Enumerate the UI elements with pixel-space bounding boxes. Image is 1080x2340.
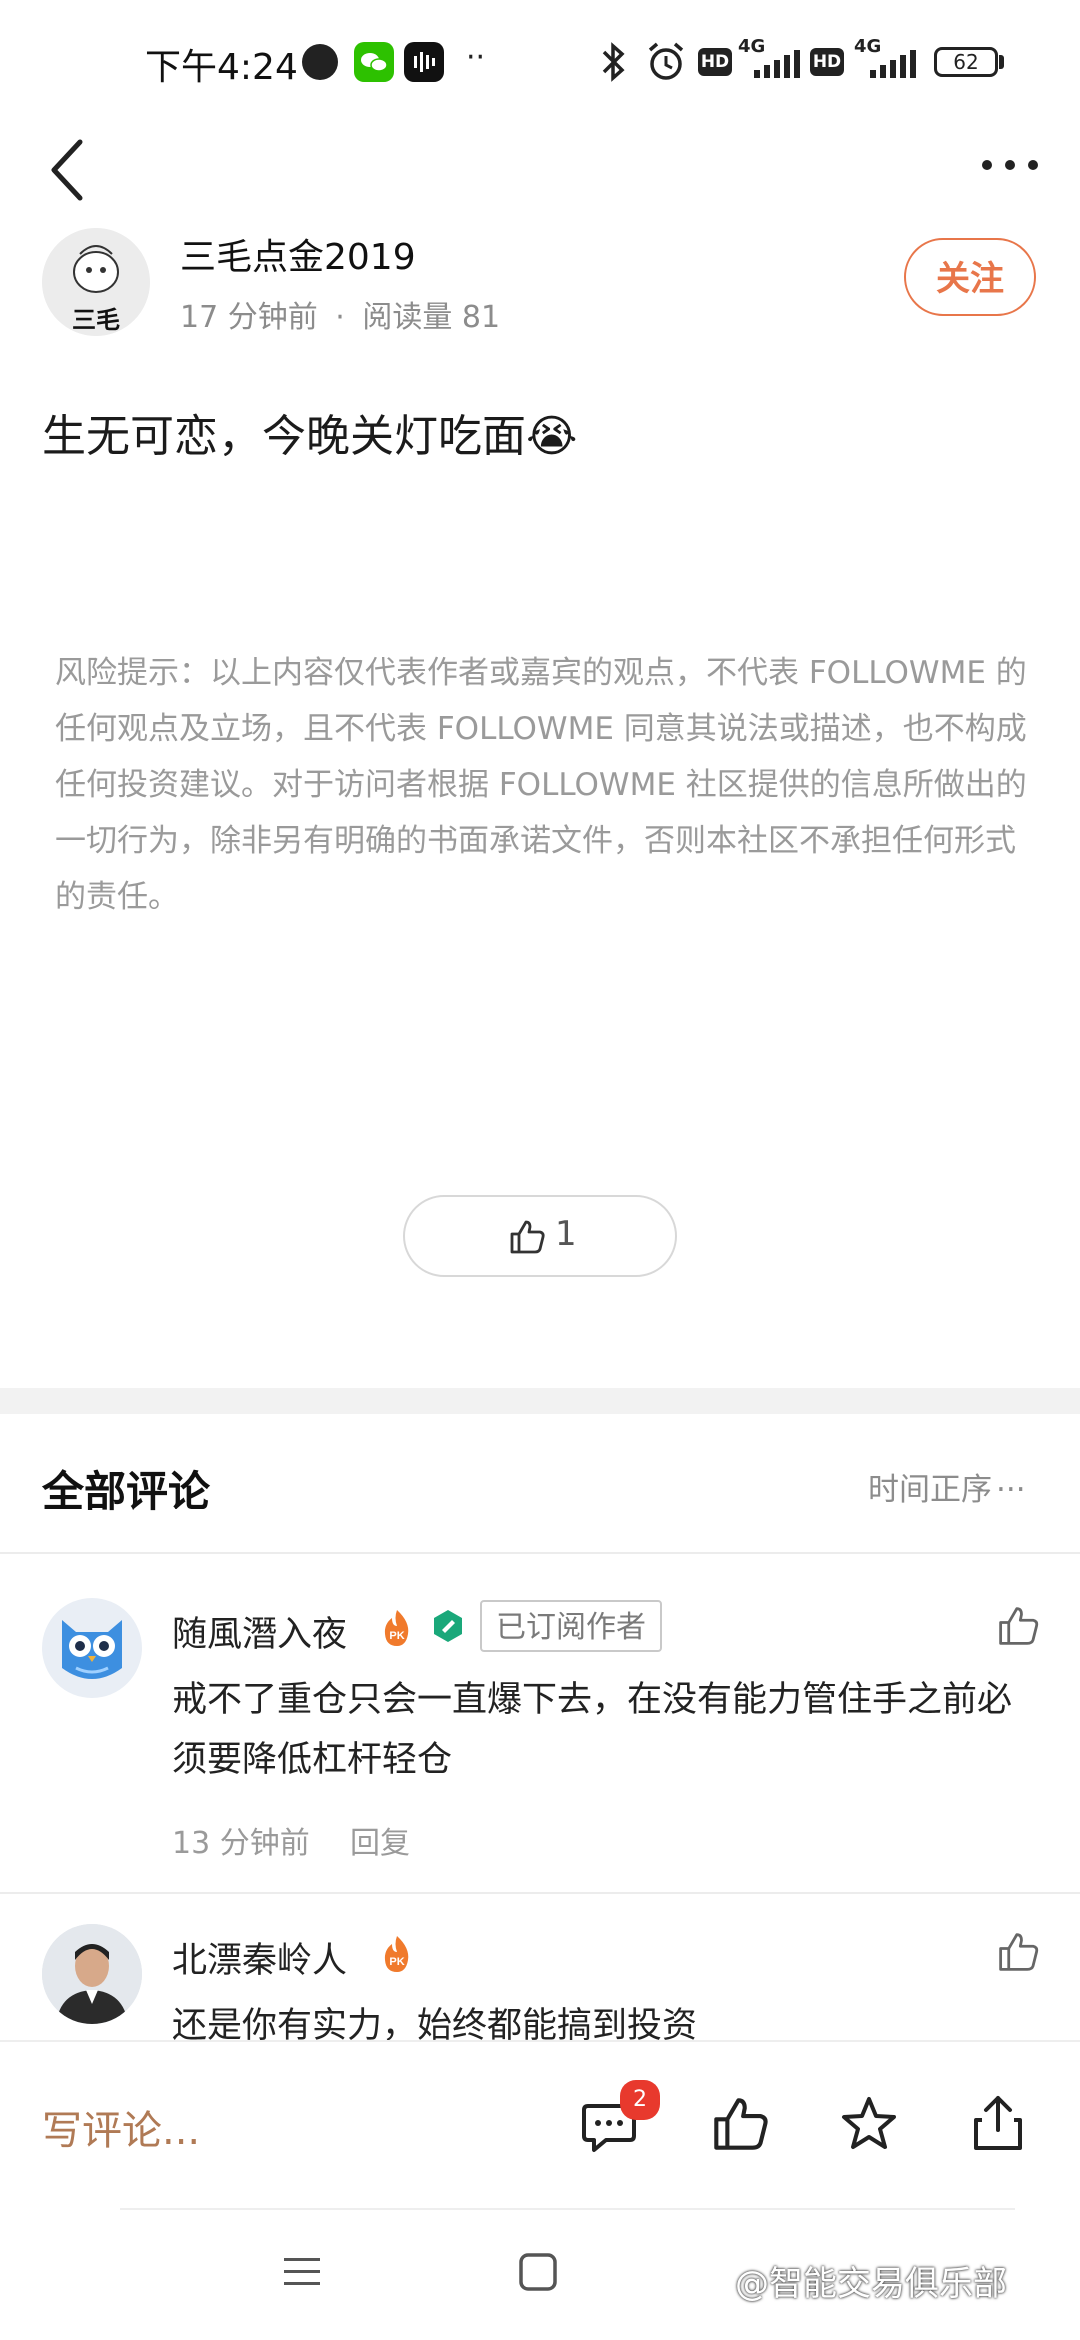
more-horizontal-icon: ··· (996, 1472, 1026, 1508)
clock-app-icon (302, 44, 338, 80)
thumbs-up-icon (714, 2098, 768, 2150)
author-meta: 17 分钟前 · 阅读量 81 (180, 292, 500, 336)
commenter-avatar[interactable] (42, 1598, 142, 1698)
more-horizontal-icon (982, 160, 1038, 170)
pk-badge-icon: PK (380, 1934, 414, 1978)
back-button[interactable] (40, 130, 100, 210)
like-button[interactable] (710, 2094, 770, 2158)
menu-icon (284, 2258, 320, 2285)
signal-icon-2 (868, 50, 918, 84)
hd-icon: HD (698, 48, 732, 76)
author-name[interactable]: 三毛点金2019 (180, 228, 416, 280)
share-button[interactable] (968, 2092, 1028, 2158)
pk-badge-text: PK (389, 1956, 404, 1968)
verified-badge-icon (430, 1608, 466, 1648)
star-icon (842, 2097, 896, 2149)
read-count: 阅读量 81 (362, 300, 501, 335)
subscriber-badge: 已订阅作者 (480, 1600, 662, 1652)
comment-text: 戒不了重仓只会一直爆下去，在没有能力管住手之前必须要降低杠杆轻仓 (172, 1680, 1013, 1780)
share-icon (974, 2096, 1022, 2150)
watermark: @智能交易俱乐部 (735, 2264, 1007, 2304)
thumbs-up-icon (999, 1933, 1039, 1971)
write-comment-input[interactable]: 写评论... (42, 2098, 200, 2156)
bluetooth-icon (596, 40, 632, 88)
comment-time: 13 分钟前 (172, 1826, 310, 1861)
follow-button[interactable]: 关注 (904, 238, 1036, 316)
comment-like-button[interactable] (996, 1930, 1040, 1978)
more-options-button[interactable] (975, 140, 1045, 190)
thumbs-up-icon (508, 1218, 546, 1260)
author-avatar[interactable]: 三毛 (42, 228, 150, 336)
section-divider (0, 1388, 1080, 1414)
pk-badge-text: PK (389, 1630, 404, 1642)
comments-header-divider (0, 1552, 1080, 1554)
sort-toggle[interactable]: 时间正序 ··· (868, 1464, 1026, 1509)
commenter-avatar[interactable] (42, 1924, 142, 2024)
more-notifications-icon: ·· (466, 40, 486, 75)
commenter-name[interactable]: 随風潛入夜 (172, 1606, 347, 1657)
avatar-caption: 三毛 (72, 305, 120, 334)
reply-button[interactable]: 回复 (350, 1818, 410, 1862)
post-title: 生无可恋，今晚关灯吃面😭 (42, 411, 578, 462)
hd-icon-2: HD (810, 48, 844, 76)
battery-icon: 62 (934, 47, 998, 77)
signal-icon-1 (752, 50, 802, 84)
status-time: 下午4:24 (145, 47, 298, 88)
wechat-icon (354, 42, 394, 82)
meta-separator: · (335, 300, 345, 335)
risk-notice: 风险提示：以上内容仅代表作者或嘉宾的观点，不代表 FOLLOWME 的任何观点及… (55, 655, 1027, 915)
sort-label: 时间正序 (868, 1472, 992, 1508)
comments-title: 全部评论 (42, 1467, 211, 1516)
comment-count-badge: 2 (620, 2080, 660, 2120)
battery-level: 62 (953, 50, 979, 74)
square-icon (519, 2253, 557, 2291)
alarm-icon (644, 40, 688, 88)
post-like-count: 1 (555, 1214, 577, 1254)
thumbs-up-icon (999, 1607, 1039, 1645)
battery-tip (999, 55, 1004, 69)
chevron-left-icon (51, 139, 83, 201)
comment-divider (0, 1892, 1080, 1894)
comment-like-button[interactable] (996, 1604, 1040, 1652)
menu-nav-button[interactable] (282, 2254, 322, 2294)
commenter-name[interactable]: 北漂秦岭人 (172, 1932, 347, 1983)
favorite-button[interactable] (838, 2094, 900, 2160)
post-time: 17 分钟前 (180, 300, 318, 335)
bottom-divider (120, 2208, 1015, 2210)
home-nav-button[interactable] (518, 2252, 558, 2296)
music-app-icon (404, 42, 444, 82)
status-bar: 下午4:24 ·· HD 4G HD 4G 62 (0, 0, 1080, 120)
pk-badge-icon: PK (380, 1608, 414, 1652)
